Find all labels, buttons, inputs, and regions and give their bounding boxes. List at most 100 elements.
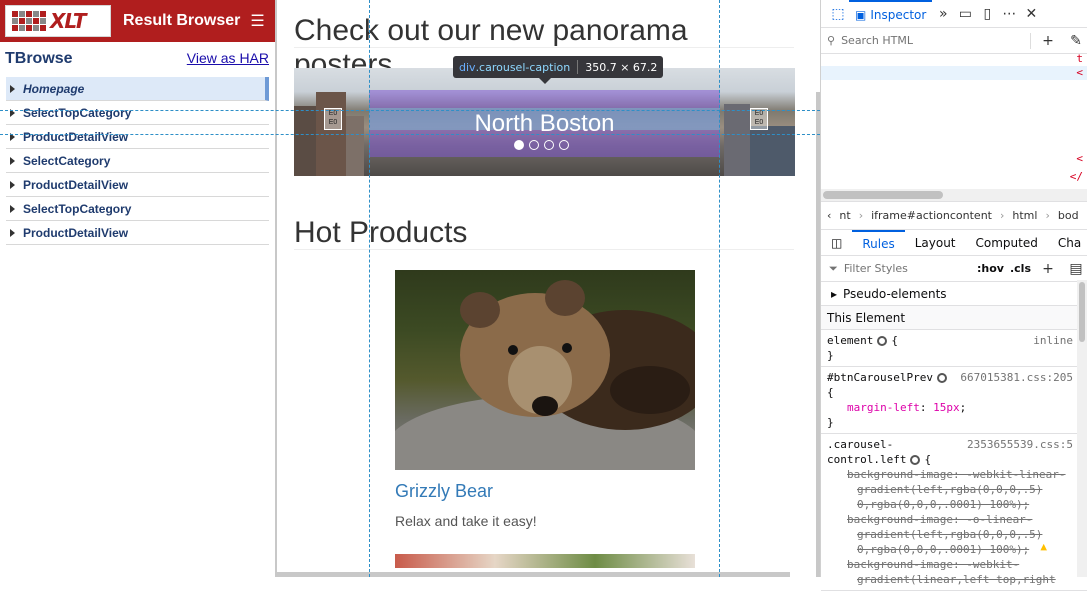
- action-label: SelectTopCategory: [23, 106, 131, 120]
- logo-text: XLT: [50, 9, 86, 33]
- carousel-dot[interactable]: [559, 140, 569, 150]
- action-item[interactable]: SelectTopCategory: [6, 101, 269, 125]
- action-item[interactable]: Homepage: [6, 77, 269, 101]
- rule-selector-line: .carousel-: [827, 438, 893, 451]
- rule-source[interactable]: inline: [1033, 333, 1073, 348]
- view-as-har-link[interactable]: View as HAR: [187, 50, 269, 66]
- toggle-panel-icon[interactable]: ◫: [821, 230, 852, 256]
- expand-triangle-icon[interactable]: [10, 205, 15, 213]
- grizzly-bear-image[interactable]: [395, 270, 695, 470]
- selected-node-row[interactable]: [821, 66, 1087, 80]
- next-product-image[interactable]: [395, 554, 695, 568]
- action-item[interactable]: ProductDetailView: [6, 173, 269, 197]
- overridden-declaration: 0,rgba(0,0,0,.0001) 100%);: [827, 497, 1081, 512]
- markup-view[interactable]: t < < </: [821, 54, 1087, 202]
- breadcrumb-item[interactable]: bod: [1058, 209, 1079, 222]
- expand-triangle-icon[interactable]: [10, 157, 15, 165]
- rule-source[interactable]: 2353655539.css:5: [967, 437, 1073, 452]
- gear-icon[interactable]: [937, 373, 947, 383]
- property-name[interactable]: margin-left: [847, 401, 920, 414]
- html-search-bar[interactable]: ⚲ Search HTML + ✎: [821, 28, 1087, 54]
- rule-selector: #btnCarouselPrev: [827, 371, 933, 384]
- tooltip-size: 350.7 × 67.2: [585, 61, 657, 74]
- tree-header: TBrowse View as HAR: [0, 42, 275, 72]
- responsive-icon[interactable]: ▯: [976, 3, 998, 25]
- result-browser-header: XLT Result Browser ☰: [0, 0, 275, 42]
- guide-line: [0, 134, 820, 135]
- rules-scrollbar[interactable]: [1077, 280, 1087, 577]
- carousel-dot[interactable]: [544, 140, 554, 150]
- action-item[interactable]: ProductDetailView: [6, 125, 269, 149]
- rule-btn-carousel-prev[interactable]: #btnCarouselPrev 667015381.css:205 { mar…: [821, 367, 1087, 434]
- carousel-dot[interactable]: [514, 140, 524, 150]
- search-icon: ⚲: [827, 34, 835, 47]
- overridden-declaration[interactable]: background-image: -webkit-linear-: [827, 467, 1081, 482]
- rule-element[interactable]: element{ inline }: [821, 330, 1087, 367]
- pseudo-elements-toggle[interactable]: ▸ Pseudo-elements: [821, 282, 1087, 306]
- breadcrumb-item[interactable]: iframe#actioncontent: [871, 209, 992, 222]
- carousel-prev-button[interactable]: E0 E0: [324, 108, 342, 130]
- breadcrumb-prev-icon[interactable]: ‹: [827, 209, 831, 222]
- overridden-declaration: gradient(linear,left top,right: [827, 572, 1081, 587]
- action-label: Homepage: [23, 82, 84, 96]
- action-label: ProductDetailView: [23, 226, 128, 240]
- breadcrumb-item[interactable]: nt: [839, 209, 850, 222]
- breadcrumb-item[interactable]: html: [1012, 209, 1037, 222]
- gear-icon[interactable]: [910, 455, 920, 465]
- search-html-input[interactable]: Search HTML: [841, 34, 913, 47]
- tab-inspector[interactable]: ▣ Inspector: [849, 0, 932, 28]
- action-label: ProductDetailView: [23, 130, 128, 144]
- gear-icon[interactable]: [877, 336, 887, 346]
- carousel-dot[interactable]: [529, 140, 539, 150]
- action-item[interactable]: ProductDetailView: [6, 221, 269, 245]
- action-label: SelectCategory: [23, 154, 110, 168]
- add-rule-icon[interactable]: +: [1037, 258, 1059, 280]
- tab-changes[interactable]: Cha: [1048, 230, 1087, 256]
- rule-carousel-control[interactable]: .carousel- 2353655539.css:5 control.left…: [821, 434, 1087, 591]
- element-picker-icon[interactable]: ⬚: [827, 3, 849, 25]
- property-value[interactable]: 15px: [933, 401, 960, 414]
- tab-computed[interactable]: Computed: [966, 230, 1048, 256]
- guide-line: [0, 110, 820, 111]
- filter-styles-input[interactable]: Filter Styles: [844, 262, 908, 275]
- more-options-icon[interactable]: ⋯: [998, 3, 1020, 25]
- dock-icon[interactable]: ▭: [954, 3, 976, 25]
- hamburger-icon[interactable]: ☰: [250, 11, 264, 31]
- action-list: Homepage SelectTopCategory ProductDetail…: [0, 72, 275, 245]
- cls-toggle[interactable]: .cls: [1010, 262, 1031, 275]
- expand-triangle-icon[interactable]: [10, 181, 15, 189]
- rule-source[interactable]: 667015381.css:205: [960, 370, 1073, 385]
- expand-triangle-icon[interactable]: [10, 229, 15, 237]
- action-item[interactable]: SelectTopCategory: [6, 197, 269, 221]
- rule-selector-line: control.left: [827, 453, 906, 466]
- hov-toggle[interactable]: :hov: [977, 262, 1004, 275]
- app-title: Result Browser: [123, 12, 240, 30]
- this-element-header: This Element: [821, 306, 1087, 330]
- markup-scrollbar[interactable]: [821, 189, 1087, 201]
- tab-rules[interactable]: Rules: [852, 230, 904, 256]
- carousel-next-button[interactable]: E0 E0: [750, 108, 768, 130]
- expand-triangle-icon[interactable]: [10, 85, 15, 93]
- close-icon[interactable]: ✕: [1020, 3, 1042, 25]
- xlt-logo-icon: [12, 11, 46, 31]
- action-item[interactable]: SelectCategory: [6, 149, 269, 173]
- more-tabs-icon[interactable]: »: [932, 3, 954, 25]
- horizontal-scrollbar[interactable]: [277, 572, 790, 577]
- overridden-declaration: gradient(left,rgba(0,0,0,.5): [827, 482, 1081, 497]
- markup-fragment: t: [1076, 52, 1083, 65]
- breadcrumb: ‹ nt › iframe#actioncontent › html › bod…: [821, 202, 1087, 230]
- print-media-icon[interactable]: ▤: [1065, 258, 1087, 280]
- warning-icon[interactable]: ▲: [1040, 539, 1047, 554]
- overridden-declaration[interactable]: background-image: -webkit-: [827, 557, 1081, 572]
- filter-styles-bar[interactable]: ⏷ Filter Styles :hov .cls + ▤: [821, 256, 1087, 282]
- inspector-highlight-tooltip: div.carousel-caption 350.7 × 67.2: [453, 56, 663, 78]
- action-label: ProductDetailView: [23, 178, 128, 192]
- eyedropper-icon[interactable]: ✎: [1065, 30, 1087, 52]
- tab-layout[interactable]: Layout: [905, 230, 966, 256]
- overridden-declaration[interactable]: background-image: -o-linear-: [827, 512, 1081, 527]
- breadcrumb-separator-icon: ›: [1045, 209, 1049, 222]
- breadcrumb-separator-icon: ›: [1000, 209, 1004, 222]
- product-name-link[interactable]: Grizzly Bear: [395, 481, 493, 502]
- pseudo-elements-label: Pseudo-elements: [843, 287, 947, 301]
- add-node-icon[interactable]: +: [1037, 30, 1059, 52]
